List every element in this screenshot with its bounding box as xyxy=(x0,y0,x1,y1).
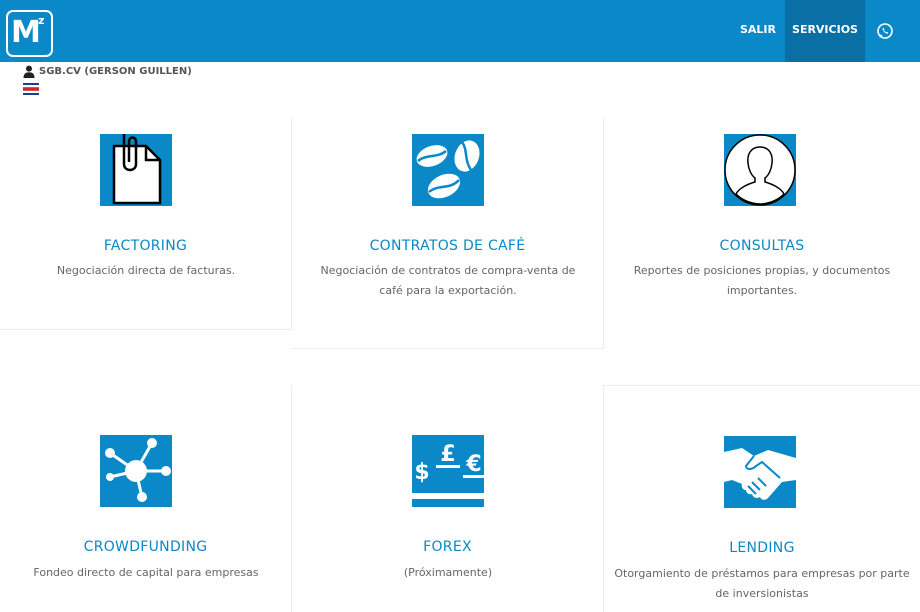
service-card-consultas[interactable]: CONSULTAS Reportes de posiciones propias… xyxy=(604,118,920,349)
service-card-crowdfunding[interactable]: CROWDFUNDING Fondeo directo de capital p… xyxy=(0,385,292,612)
top-navbar: M z SALIR SERVICIOS xyxy=(0,0,920,62)
service-card-factoring[interactable]: FACTORING Negociación directa de factura… xyxy=(0,118,292,330)
service-title: CROWDFUNDING xyxy=(83,539,208,555)
service-description: Negociación directa de facturas. xyxy=(56,264,236,277)
user-icon xyxy=(23,65,35,78)
svg-text:€: € xyxy=(465,452,481,477)
logo-letter: M xyxy=(11,15,41,50)
nav-servicios-link[interactable]: SERVICIOS xyxy=(785,0,865,62)
service-card-lending[interactable]: LENDING Otorgamiento de préstamos para e… xyxy=(604,385,920,612)
service-card-contratos-cafe[interactable]: CONTRATOS DE CAFÉ Negociación de contrat… xyxy=(292,118,604,349)
currency-exchange-icon: $ £ € xyxy=(412,435,484,507)
service-description: Otorgamiento de préstamos para empresas … xyxy=(614,567,910,600)
svg-text:£: £ xyxy=(440,442,455,467)
service-title: CONSULTAS xyxy=(719,238,805,254)
costa-rica-flag-icon[interactable] xyxy=(23,83,39,95)
nav-salir-link[interactable]: SALIR xyxy=(731,0,785,62)
user-silhouette-icon xyxy=(724,134,796,206)
logo-superscript: z xyxy=(38,14,45,27)
brand-logo[interactable]: M z xyxy=(6,10,53,57)
service-description: Negociación de contratos de compra-venta… xyxy=(320,264,576,297)
service-title: FACTORING xyxy=(103,238,188,254)
network-icon xyxy=(100,435,172,507)
service-card-forex[interactable]: $ £ € FOREX (Próximamente) xyxy=(292,385,604,612)
service-description: Fondeo directo de capital para empresas xyxy=(33,566,259,579)
service-title: CONTRATOS DE CAFÉ xyxy=(369,238,526,254)
coffee-beans-icon xyxy=(412,134,484,206)
svg-text:$: $ xyxy=(414,460,429,485)
service-description: Reportes de posiciones propias, y docume… xyxy=(633,264,891,297)
handshake-icon xyxy=(724,436,796,508)
service-description: (Próximamente) xyxy=(403,566,493,579)
user-name: SGB.CV (GERSON GUILLEN) xyxy=(39,66,192,77)
whatsapp-icon[interactable] xyxy=(874,20,896,42)
service-title: LENDING xyxy=(729,540,795,556)
document-clip-icon xyxy=(100,134,172,206)
service-title: FOREX xyxy=(423,539,472,555)
